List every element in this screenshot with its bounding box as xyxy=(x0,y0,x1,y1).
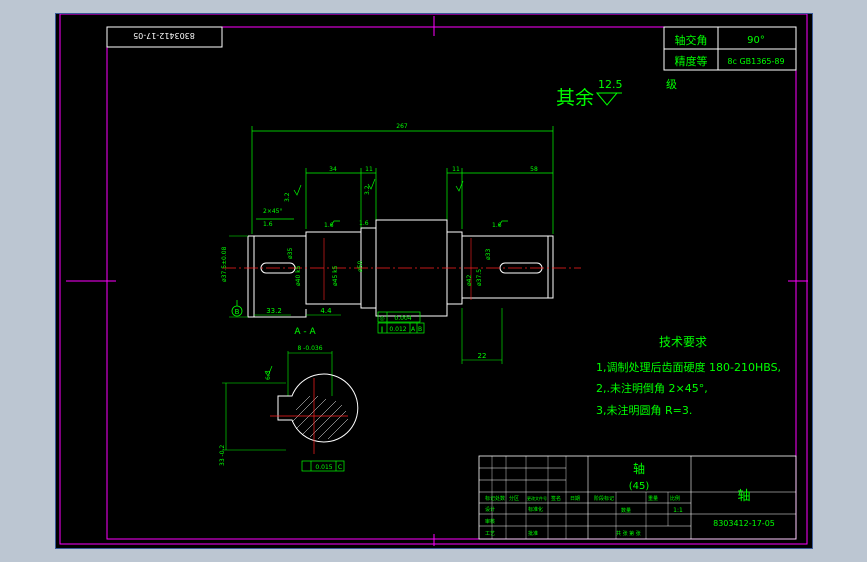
ra-1.6-b: 1.6 xyxy=(359,220,369,227)
tb-label-sheet: 共 张 第 张 xyxy=(616,530,641,537)
tb-label-std: 标准化 xyxy=(528,506,543,513)
tb-label-qty: 数量 xyxy=(621,507,631,514)
tb-label-review: 审核 xyxy=(485,518,495,525)
part-name: 轴 xyxy=(633,461,645,476)
dia-b: ø40 k5 xyxy=(295,265,302,286)
ra-3.2-left: 3.2 xyxy=(284,192,291,202)
tb-label-mass: 重量 xyxy=(648,495,658,502)
table-value-axis-angle: 90° xyxy=(747,35,765,46)
drawing-number: 8303412-17-05 xyxy=(713,519,775,528)
tb-label-date: 日期 xyxy=(570,496,580,502)
dim-11b: 11 xyxy=(452,166,460,173)
section-outline xyxy=(277,373,359,443)
tb-label-approve: 批准 xyxy=(528,530,538,537)
tolerance-frame-1: ◎ 0.004 xyxy=(377,311,421,323)
chamfer-note: 2×45° xyxy=(263,208,282,215)
roughness-value: 12.5 xyxy=(598,78,623,91)
dim-58: 58 xyxy=(530,166,538,173)
dim-33.2: 33.2 xyxy=(266,307,282,315)
scale-value: 1:1 xyxy=(673,507,683,514)
tol1-symbol: ◎ xyxy=(379,315,384,322)
dia-c: ø45 k5 xyxy=(332,265,339,286)
ra-1.6-a: 1.6 xyxy=(324,222,334,229)
tech-line-3: 3,未注明圆角 R=3. xyxy=(596,403,692,417)
title-block: 轴 (45) 轴 8303412-17-05 1:1 标记 处数 分区 更改文件… xyxy=(478,455,797,540)
dim-11a: 11 xyxy=(365,166,373,173)
outer-frame xyxy=(59,13,808,545)
tb-label-mark: 标记 xyxy=(485,495,495,502)
dim-4.4: 4.4 xyxy=(320,307,332,315)
section-tol-value: 0.015 xyxy=(315,464,332,471)
tb-label-design: 设计 xyxy=(485,506,495,513)
dia-left: ø37.5±0.08 xyxy=(221,246,228,282)
tb-label-zone: 分区 xyxy=(509,495,519,502)
section-height-dim: 33 -0.2 xyxy=(219,445,226,466)
section-width-dim: 8 -0.036 xyxy=(297,345,322,352)
tol2-value: 0.012 xyxy=(389,326,406,333)
table-label-axis-angle: 轴交角 xyxy=(675,33,708,47)
cad-viewport: 8303412-17-05 轴交角 90° 精度等 8c GB1365-89 其… xyxy=(55,13,813,549)
roughness-prefix: 其余 xyxy=(556,87,594,109)
top-right-table: 轴交角 90° 精度等 8c GB1365-89 xyxy=(663,26,797,71)
tol2-ref-a: A xyxy=(411,326,416,333)
technical-requirements: 技术要求 1,调制处理后齿面硬度 180-210HBS, 2,.未注明倒角 2×… xyxy=(596,335,781,417)
tol2-symbol: ∥ xyxy=(381,326,384,333)
dia-g: ø33 xyxy=(485,249,492,260)
roughness-symbol xyxy=(595,92,622,106)
datum-b: B xyxy=(235,308,240,316)
tb-label-process: 工艺 xyxy=(485,531,495,537)
section-tolerance: 0.015 C xyxy=(301,460,345,472)
tb-label-count: 处数 xyxy=(495,495,505,502)
table-label-accuracy: 精度等 xyxy=(675,54,708,68)
table-value-accuracy: 8c GB1365-89 xyxy=(727,57,784,66)
roughness-note: 其余 12.5 级 xyxy=(556,78,677,109)
section-tol-ref: C xyxy=(338,464,342,471)
drawing-name: 轴 xyxy=(737,489,750,504)
ra-1.6-d: 1.6 xyxy=(263,221,273,228)
roughness-suffix: 级 xyxy=(666,78,677,91)
section-ra: 6.3 xyxy=(265,370,272,380)
tolerance-frame-2: ∥ 0.012 A B xyxy=(377,322,425,334)
tol2-ref-b: B xyxy=(418,326,422,333)
ra-3.2-mid: 3.2 xyxy=(364,185,371,195)
tol1-value: 0.004 xyxy=(394,315,411,322)
tb-label-change: 更改文件号 xyxy=(527,495,547,501)
tb-label-sign: 签名 xyxy=(551,495,561,502)
dia-d: ø50 xyxy=(357,261,364,272)
section-title: A - A xyxy=(294,327,316,337)
tb-label-scale: 比例 xyxy=(670,495,680,502)
tech-line-1: 1,调制处理后齿面硬度 180-210HBS, xyxy=(596,360,781,374)
tech-title: 技术要求 xyxy=(659,335,707,349)
shaft-view: 267 34 11 11 58 3.2 3.2 1.6 1.6 1.6 2×45… xyxy=(221,123,581,364)
dia-f: ø37.5 xyxy=(476,269,483,286)
ra-1.6-c: 1.6 xyxy=(492,222,502,229)
part-material: (45) xyxy=(629,481,650,492)
dia-e: ø42 xyxy=(466,275,473,286)
shaft-outline xyxy=(247,219,554,318)
drawing-sheet: 8303412-17-05 轴交角 90° 精度等 8c GB1365-89 其… xyxy=(59,13,808,546)
tech-line-2: 2,.未注明倒角 2×45°, xyxy=(596,381,708,395)
dim-overall: 267 xyxy=(396,123,408,130)
tb-label-stage: 阶段标记 xyxy=(594,495,614,502)
section-a-a: A - A 8 -0.036 6.3 33 -0.2 0.015 C xyxy=(219,327,359,472)
dim-34: 34 xyxy=(329,166,337,173)
rotated-drawing-number: 8303412-17-05 xyxy=(133,31,195,40)
dia-a: ø35 xyxy=(287,248,294,259)
inner-frame xyxy=(106,26,797,540)
dim-22: 22 xyxy=(478,352,487,360)
